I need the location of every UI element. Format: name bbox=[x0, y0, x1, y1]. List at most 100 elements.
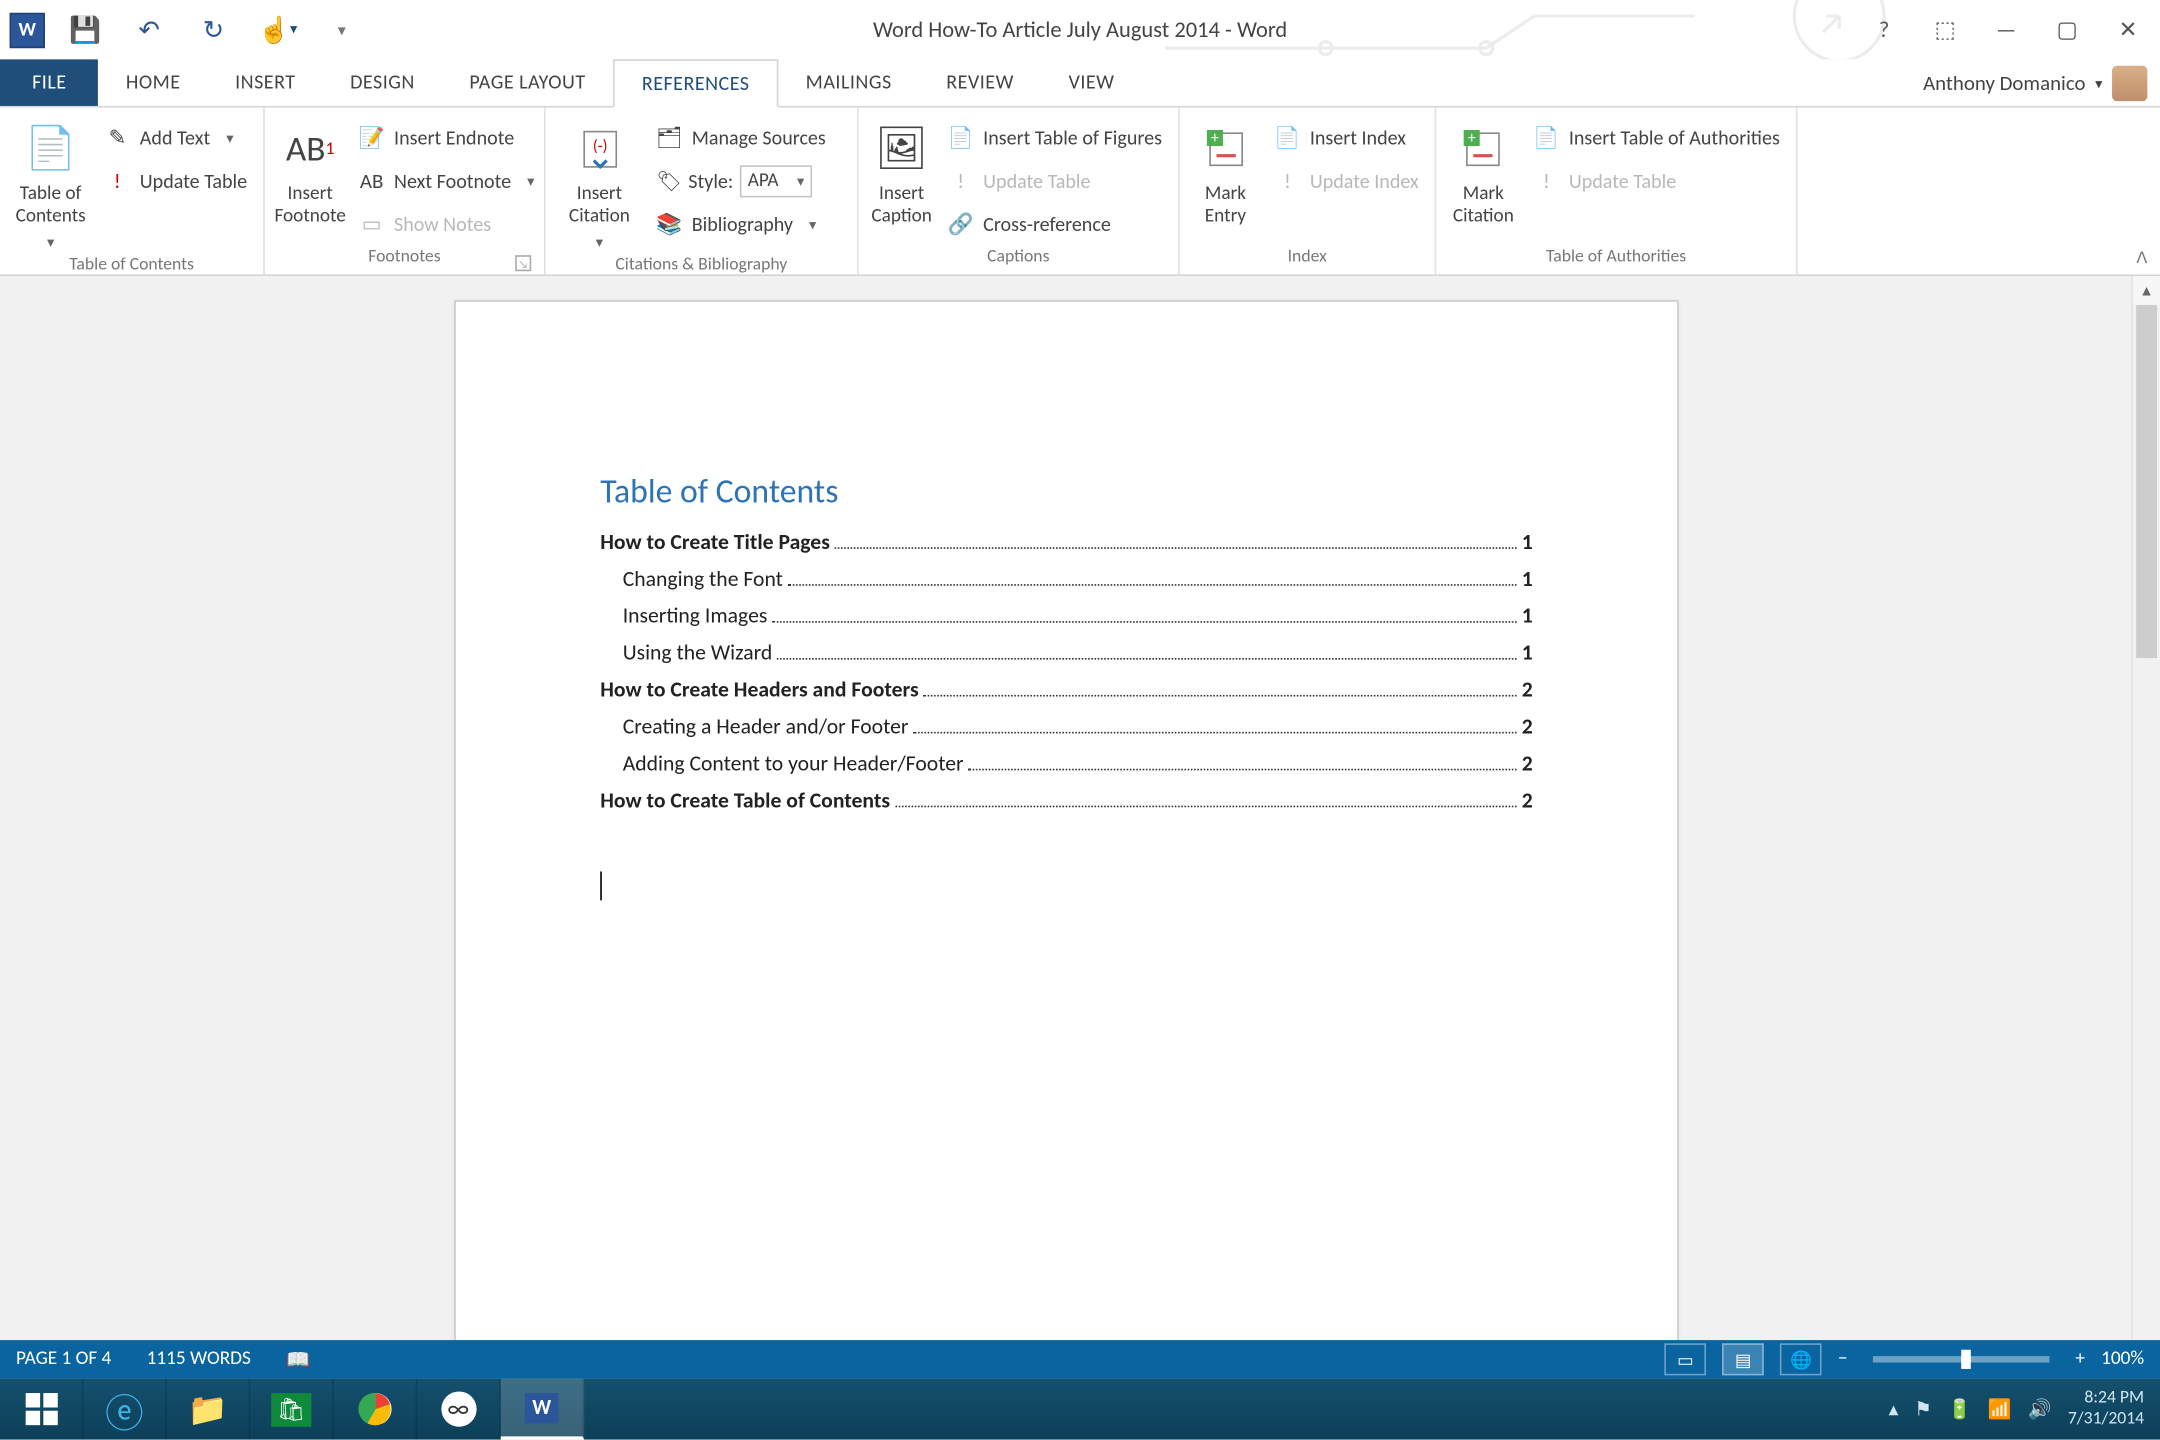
mark-citation-button[interactable]: + Mark Citation bbox=[1446, 112, 1521, 229]
toc-entry[interactable]: Using the Wizard1 bbox=[600, 639, 1532, 666]
save-button[interactable]: 💾 bbox=[61, 6, 109, 54]
ribbon-display-button[interactable]: ⬚ bbox=[1923, 10, 1968, 49]
table-of-contents-button[interactable]: 📄 Table of Contents ▾ bbox=[10, 112, 92, 253]
zoom-slider[interactable] bbox=[1873, 1356, 2050, 1362]
taskbar-ie[interactable]: ⓔ bbox=[83, 1379, 166, 1440]
insert-table-of-figures-button[interactable]: 📄Insert Table of Figures bbox=[941, 119, 1168, 158]
taskbar-store[interactable]: 🛍 bbox=[250, 1379, 333, 1440]
tab-references[interactable]: REFERENCES bbox=[613, 59, 778, 107]
group-captions: 🖼 Insert Caption 📄Insert Table of Figure… bbox=[859, 108, 1180, 275]
minimize-button[interactable]: — bbox=[1984, 10, 2029, 49]
start-button[interactable] bbox=[0, 1379, 83, 1440]
mark-entry-button[interactable]: + Mark Entry bbox=[1189, 112, 1261, 229]
update-index-button[interactable]: !Update Index bbox=[1268, 162, 1425, 201]
toc-entry[interactable]: How to Create Headers and Footers2 bbox=[600, 676, 1532, 703]
clock-date: 7/31/2014 bbox=[2068, 1409, 2144, 1429]
toc-entry[interactable]: Adding Content to your Header/Footer2 bbox=[600, 749, 1532, 776]
toc-entry[interactable]: How to Create Title Pages 1 bbox=[600, 528, 1532, 555]
mark-citation-icon: + bbox=[1456, 122, 1511, 177]
bibliography-icon: 📚 bbox=[656, 212, 682, 238]
toc-entry[interactable]: Creating a Header and/or Footer 2 bbox=[600, 713, 1532, 740]
collapse-ribbon-button[interactable]: ᐱ bbox=[2136, 247, 2147, 268]
insert-endnote-button[interactable]: 📝Insert Endnote bbox=[352, 119, 541, 158]
toc-entry-text: How to Create Headers and Footers bbox=[600, 676, 918, 703]
svg-text:+: + bbox=[1468, 129, 1476, 148]
toc-heading: Table of Contents bbox=[600, 470, 1532, 512]
tab-design[interactable]: DESIGN bbox=[323, 59, 442, 106]
maximize-button[interactable]: ▢ bbox=[2045, 10, 2090, 49]
scroll-thumb[interactable] bbox=[2136, 305, 2157, 658]
taskbar-explorer[interactable]: 📁 bbox=[167, 1379, 250, 1440]
style-label: Style: bbox=[688, 169, 733, 193]
help-button[interactable]: ? bbox=[1862, 10, 1907, 49]
page-indicator[interactable]: PAGE 1 OF 4 bbox=[16, 1348, 111, 1370]
tray-chevron-icon[interactable]: ▴ bbox=[1889, 1397, 1899, 1421]
tab-review[interactable]: REVIEW bbox=[919, 59, 1041, 106]
spell-check-icon[interactable]: 📖 bbox=[286, 1347, 310, 1371]
read-mode-button[interactable]: ▭ bbox=[1665, 1343, 1707, 1375]
citation-style-select[interactable]: APA bbox=[740, 165, 813, 197]
svg-text:+: + bbox=[1210, 129, 1218, 148]
tray-battery-icon[interactable]: 🔋 bbox=[1948, 1397, 1972, 1421]
cross-reference-button[interactable]: 🔗Cross-reference bbox=[941, 205, 1168, 244]
bibliography-button[interactable]: 📚Bibliography bbox=[650, 205, 832, 244]
zoom-level[interactable]: 100% bbox=[2101, 1348, 2144, 1370]
toc-leader bbox=[772, 608, 1517, 622]
add-text-icon: ✎ bbox=[104, 125, 130, 151]
web-layout-button[interactable]: 🌐 bbox=[1780, 1343, 1822, 1375]
insert-footnote-button[interactable]: AB1 Insert Footnote bbox=[274, 112, 345, 229]
qat-customize-button[interactable]: ▾ bbox=[318, 6, 366, 54]
toc-entry-text: Creating a Header and/or Footer bbox=[623, 713, 909, 740]
update-tof-button[interactable]: !Update Table bbox=[941, 162, 1168, 201]
group-label: Footnotes↘ bbox=[274, 246, 534, 275]
toc-entry-page: 2 bbox=[1522, 713, 1533, 740]
zoom-out-button[interactable]: − bbox=[1838, 1348, 1848, 1370]
word-count[interactable]: 1115 WORDS bbox=[147, 1348, 251, 1370]
redo-button[interactable]: ↻ bbox=[189, 6, 237, 54]
insert-toa-button[interactable]: 📄Insert Table of Authorities bbox=[1527, 119, 1786, 158]
tab-file[interactable]: FILE bbox=[0, 59, 99, 106]
scroll-up-button[interactable]: ▲ bbox=[2133, 276, 2160, 305]
tab-insert[interactable]: INSERT bbox=[208, 59, 323, 106]
tray-flag-icon[interactable]: ⚑ bbox=[1914, 1397, 1931, 1421]
tab-mailings[interactable]: MAILINGS bbox=[778, 59, 919, 106]
user-account[interactable]: Anthony Domanico ▾ bbox=[1923, 66, 2147, 101]
touch-mode-button[interactable]: ☝▾ bbox=[254, 6, 302, 54]
tray-wifi-icon[interactable]: 📶 bbox=[1988, 1397, 2012, 1421]
tray-volume-icon[interactable]: 🔊 bbox=[2028, 1397, 2052, 1421]
tab-home[interactable]: HOME bbox=[99, 59, 208, 106]
vertical-scrollbar[interactable]: ▲ ▼ bbox=[2131, 276, 2160, 1379]
update-table-button[interactable]: !Update Table bbox=[98, 162, 253, 201]
toc-entry-text: How to Create Table of Contents bbox=[600, 786, 890, 813]
insert-index-button[interactable]: 📄Insert Index bbox=[1268, 119, 1425, 158]
insert-caption-button[interactable]: 🖼 Insert Caption bbox=[868, 112, 935, 229]
zoom-in-button[interactable]: + bbox=[2075, 1348, 2085, 1370]
taskbar-word[interactable]: W bbox=[501, 1379, 584, 1440]
text-cursor bbox=[600, 871, 602, 900]
document-page[interactable]: Table of Contents How to Create Title Pa… bbox=[454, 300, 1679, 1378]
toc-entry[interactable]: How to Create Table of Contents2 bbox=[600, 786, 1532, 813]
add-text-button[interactable]: ✎Add Text bbox=[98, 119, 253, 158]
windows-taskbar: ⓔ 📁 🛍 ∞ W ▴ ⚑ 🔋 📶 🔊 8:24 PM 7/31/2014 bbox=[0, 1379, 2160, 1440]
next-footnote-button[interactable]: ABNext Footnote bbox=[352, 162, 541, 201]
taskbar-chrome[interactable] bbox=[334, 1379, 417, 1440]
insert-citation-button[interactable]: (-) Insert Citation ▾ bbox=[555, 112, 643, 253]
footnotes-dialog-launcher[interactable]: ↘ bbox=[515, 255, 531, 271]
manage-sources-button[interactable]: 🗂Manage Sources bbox=[650, 119, 832, 158]
toc-leader bbox=[788, 571, 1517, 585]
toc-entry[interactable]: Inserting Images1 bbox=[600, 602, 1532, 629]
tab-page-layout[interactable]: PAGE LAYOUT bbox=[442, 59, 613, 106]
group-label: Index bbox=[1189, 246, 1425, 275]
toc-entry-page: 1 bbox=[1522, 528, 1533, 555]
taskbar-clock[interactable]: 8:24 PM 7/31/2014 bbox=[2068, 1389, 2144, 1430]
toc-entry[interactable]: Changing the Font1 bbox=[600, 565, 1532, 592]
taskbar-app[interactable]: ∞ bbox=[417, 1379, 500, 1440]
close-button[interactable]: ✕ bbox=[2106, 10, 2151, 49]
undo-button[interactable]: ↶ bbox=[125, 6, 173, 54]
tab-view[interactable]: VIEW bbox=[1041, 59, 1142, 106]
update-toa-button[interactable]: !Update Table bbox=[1527, 162, 1786, 201]
show-notes-button[interactable]: ▭Show Notes bbox=[352, 205, 541, 244]
system-tray[interactable]: ▴ ⚑ 🔋 📶 🔊 bbox=[1889, 1397, 2052, 1421]
toc-entry-text: How to Create Title Pages bbox=[600, 528, 830, 555]
print-layout-button[interactable]: ▤ bbox=[1722, 1343, 1764, 1375]
